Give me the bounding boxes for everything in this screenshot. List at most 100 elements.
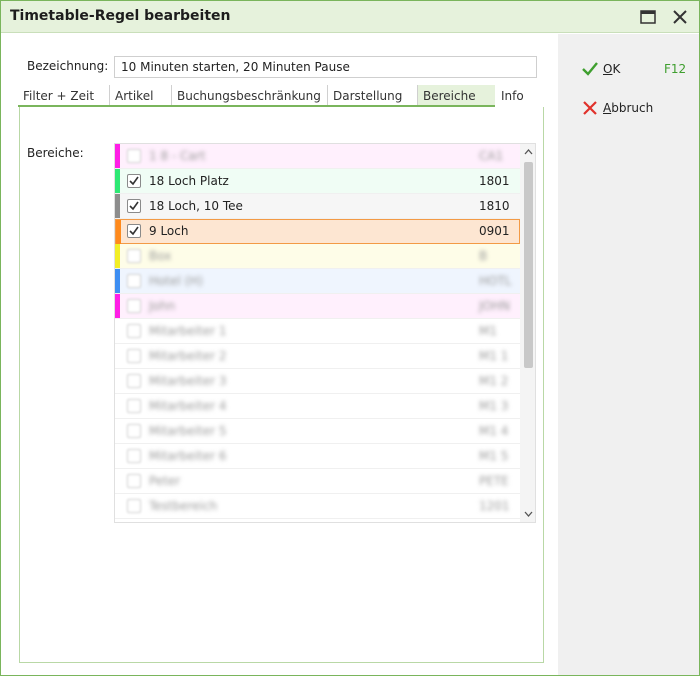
- item-checkbox[interactable]: [127, 324, 141, 338]
- list-item[interactable]: Peter PETE: [115, 469, 520, 494]
- item-code: 1810: [479, 199, 510, 213]
- item-code: 1801: [479, 174, 510, 188]
- list-item[interactable]: Mitarbeiter 3 M1 2: [115, 369, 520, 394]
- item-code: M1: [479, 324, 497, 338]
- item-name: Mitarbeiter 5: [149, 424, 227, 438]
- item-name: Mitarbeiter 4: [149, 399, 227, 413]
- list-item[interactable]: Box B: [115, 244, 520, 269]
- item-name: 18 Loch Platz: [149, 174, 229, 188]
- item-checkbox[interactable]: [127, 449, 141, 463]
- tab-darstellung[interactable]: Darstellung: [328, 85, 418, 107]
- list-scrollbar[interactable]: [520, 144, 535, 522]
- list-item[interactable]: 18 Loch Platz 1801: [115, 169, 520, 194]
- check-icon: [129, 176, 139, 186]
- x-icon: [583, 101, 597, 115]
- item-code: M1 3: [479, 399, 509, 413]
- item-checkbox[interactable]: [127, 424, 141, 438]
- item-code: 1201: [479, 499, 510, 513]
- list-item[interactable]: Hotel (H) HOTL: [115, 269, 520, 294]
- color-stripe: [115, 144, 120, 168]
- abbruch-label: Abbruch: [603, 101, 654, 115]
- color-stripe: [115, 419, 120, 443]
- item-checkbox[interactable]: [127, 399, 141, 413]
- item-checkbox[interactable]: [127, 274, 141, 288]
- check-icon: [129, 226, 139, 236]
- title-bar: Timetable-Regel bearbeiten: [1, 1, 699, 33]
- maximize-button[interactable]: [635, 5, 661, 29]
- item-checkbox[interactable]: [127, 349, 141, 363]
- item-checkbox[interactable]: [127, 474, 141, 488]
- color-stripe: [116, 220, 121, 244]
- item-name: Box: [149, 249, 172, 263]
- ok-button[interactable]: OK: [581, 60, 620, 78]
- list-item[interactable]: 9 Loch 0901: [115, 219, 520, 244]
- item-code: B: [479, 249, 488, 263]
- item-checkbox[interactable]: [127, 224, 141, 238]
- item-checkbox[interactable]: [127, 199, 141, 213]
- window-title: Timetable-Regel bearbeiten: [10, 8, 231, 24]
- list-item[interactable]: Testbereich 1201: [115, 494, 520, 519]
- item-code: JOHN: [479, 299, 510, 313]
- list-item[interactable]: Mitarbeiter 4 M1 3: [115, 394, 520, 419]
- chevron-up-icon: [524, 149, 532, 155]
- action-panel: [558, 34, 699, 675]
- chevron-down-icon: [524, 511, 532, 517]
- item-code: HOTL: [479, 274, 512, 288]
- item-name: Mitarbeiter 2: [149, 349, 227, 363]
- color-stripe: [115, 394, 120, 418]
- item-checkbox[interactable]: [127, 499, 141, 513]
- item-name: Hotel (H): [149, 274, 203, 288]
- checkmark-icon: [582, 62, 598, 76]
- item-name: Mitarbeiter 6: [149, 449, 227, 463]
- item-code: M1 4: [479, 424, 509, 438]
- item-checkbox[interactable]: [127, 249, 141, 263]
- list-item[interactable]: Mitarbeiter 6 M1 5: [115, 444, 520, 469]
- check-icon: [129, 201, 139, 211]
- tab-artikel[interactable]: Artikel: [110, 85, 172, 107]
- tab-bereiche[interactable]: Bereiche: [418, 85, 495, 107]
- item-name: Mitarbeiter 1: [149, 324, 227, 338]
- scroll-thumb[interactable]: [524, 162, 533, 368]
- ok-shortcut: F12: [664, 62, 687, 76]
- list-item[interactable]: 18 Loch, 10 Tee 1810: [115, 194, 520, 219]
- maximize-icon: [640, 10, 656, 24]
- item-name: 18 Loch, 10 Tee: [149, 199, 243, 213]
- item-code: CA1: [479, 149, 504, 163]
- bereiche-label: Bereiche:: [27, 146, 84, 160]
- item-checkbox[interactable]: [127, 374, 141, 388]
- item-checkbox[interactable]: [127, 149, 141, 163]
- close-button[interactable]: [667, 5, 693, 29]
- bezeichnung-input[interactable]: 10 Minuten starten, 20 Minuten Pause: [114, 56, 537, 78]
- list-item[interactable]: John JOHN: [115, 294, 520, 319]
- bezeichnung-label: Bezeichnung:: [27, 59, 109, 73]
- item-code: M1 2: [479, 374, 509, 388]
- abbruch-button[interactable]: Abbruch: [581, 99, 653, 117]
- item-checkbox[interactable]: [127, 299, 141, 313]
- color-stripe: [115, 344, 120, 368]
- item-code: M1 1: [479, 349, 509, 363]
- ok-label: OK: [603, 62, 621, 76]
- tab-filter-zeit[interactable]: Filter + Zeit: [18, 85, 110, 107]
- list-item[interactable]: Mitarbeiter 5 M1 4: [115, 419, 520, 444]
- tab-bar: Filter + Zeit Artikel Buchungsbeschränku…: [18, 85, 544, 107]
- item-name: 9 Loch: [149, 224, 189, 238]
- close-icon: [673, 10, 687, 24]
- list-item[interactable]: Mitarbeiter 2 M1 1: [115, 344, 520, 369]
- color-stripe: [115, 469, 120, 493]
- color-stripe: [115, 269, 120, 293]
- item-name: 1 8 - Cart: [149, 149, 206, 163]
- item-checkbox[interactable]: [127, 174, 141, 188]
- tab-info[interactable]: Info: [496, 85, 544, 107]
- item-name: Peter: [149, 474, 181, 488]
- bereiche-list[interactable]: 1 8 - Cart CA1 18 Loch Platz 1801 18 Loch, 1…: [114, 143, 536, 523]
- color-stripe: [115, 319, 120, 343]
- scroll-down-button[interactable]: [520, 506, 535, 522]
- tab-buchungsbeschraenkung[interactable]: Buchungsbeschränkung: [172, 85, 328, 107]
- list-item[interactable]: 1 8 - Cart CA1: [115, 144, 520, 169]
- color-stripe: [115, 194, 120, 218]
- item-name: Mitarbeiter 3: [149, 374, 227, 388]
- list-item[interactable]: Mitarbeiter 1 M1: [115, 319, 520, 344]
- scroll-up-button[interactable]: [520, 144, 535, 160]
- item-code: M1 5: [479, 449, 509, 463]
- item-name: Testbereich: [149, 499, 218, 513]
